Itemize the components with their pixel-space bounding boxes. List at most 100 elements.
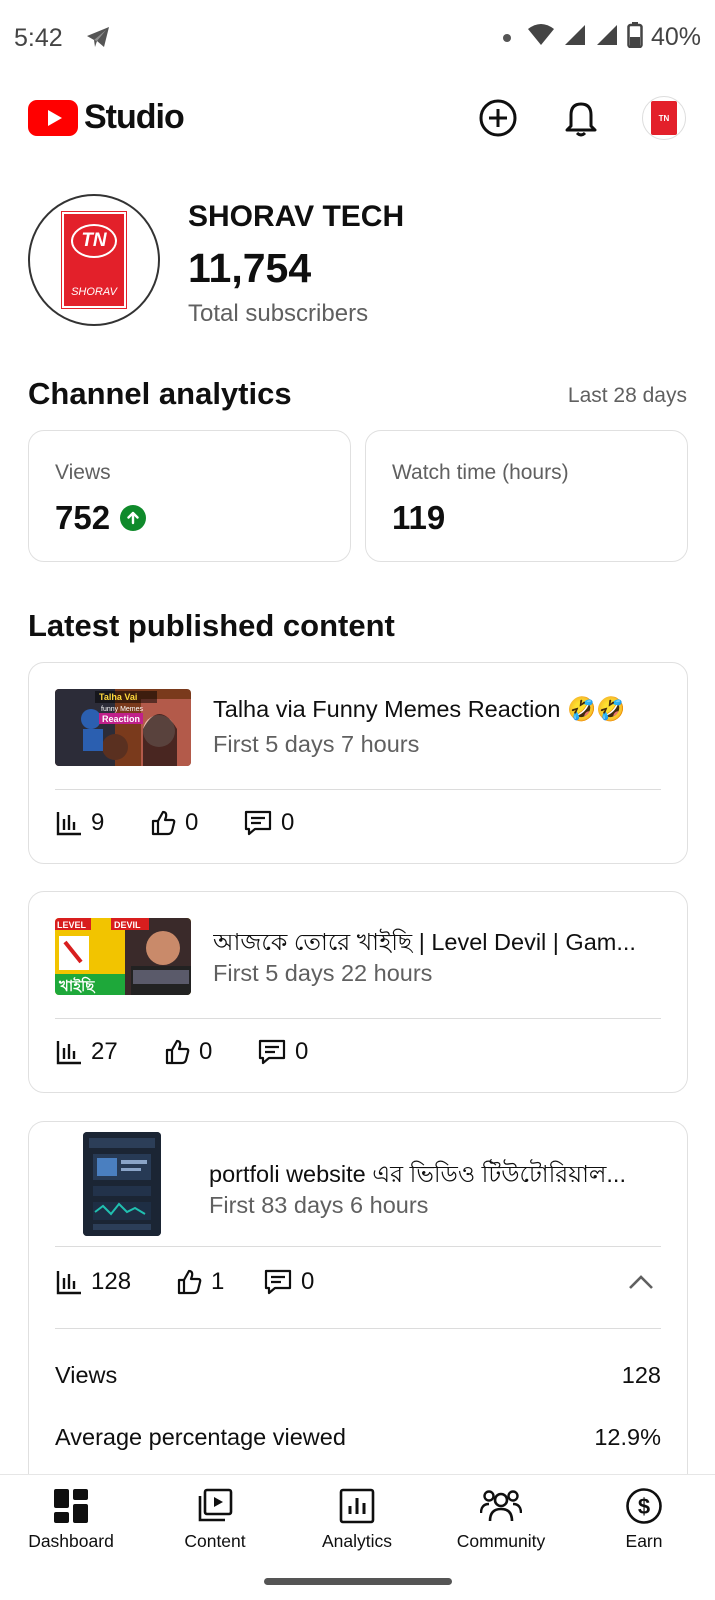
video-title[interactable]: Talha via Funny Memes Reaction 🤣🤣 bbox=[213, 695, 665, 723]
video-thumbnail[interactable]: LEVEL DEVIL খাইছি bbox=[55, 918, 191, 995]
channel-logo-caption: SHORAV bbox=[71, 286, 117, 298]
youtube-studio-logo[interactable]: Studio bbox=[28, 98, 185, 137]
nav-dashboard[interactable]: Dashboard bbox=[1, 1487, 141, 1552]
analytics-icon bbox=[339, 1488, 375, 1524]
comment-icon bbox=[264, 1269, 292, 1295]
watch-time-metric-card[interactable]: Watch time (hours) 119 bbox=[365, 430, 688, 562]
nav-label: Community bbox=[456, 1531, 546, 1551]
thumbs-up-icon bbox=[177, 1269, 202, 1295]
likes-stat: 0 bbox=[149, 809, 243, 837]
telegram-icon bbox=[86, 26, 110, 53]
likes-count: 0 bbox=[199, 1038, 213, 1065]
avatar-text: TN bbox=[658, 113, 670, 123]
divider bbox=[55, 1328, 661, 1329]
likes-stat: 0 bbox=[163, 1038, 257, 1066]
trend-up-icon bbox=[120, 505, 147, 531]
youtube-logo-icon bbox=[28, 99, 78, 136]
content-card[interactable]: Talha Vai funny Memes Reaction Talha via… bbox=[28, 662, 688, 864]
nav-label: Dashboard bbox=[28, 1531, 114, 1551]
comments-count: 0 bbox=[281, 809, 295, 836]
analytics-icon bbox=[56, 1271, 81, 1295]
battery-percent: 40% bbox=[650, 23, 701, 51]
video-title[interactable]: portfoli website এর ভিডিও টিউটোরিয়াল... bbox=[209, 1156, 661, 1195]
views-stat: 9 bbox=[55, 809, 149, 837]
community-icon bbox=[480, 1490, 522, 1522]
channel-analytics-title: Channel analytics bbox=[28, 376, 292, 411]
status-time: 5:42 bbox=[14, 24, 63, 52]
nav-analytics[interactable]: Analytics bbox=[287, 1487, 427, 1552]
channel-avatar[interactable]: TN SHORAV bbox=[28, 194, 160, 326]
video-performance-window: First 5 days 7 hours bbox=[213, 731, 420, 757]
account-avatar[interactable]: TN bbox=[642, 96, 686, 140]
battery-icon bbox=[627, 22, 643, 53]
comments-count: 0 bbox=[301, 1268, 315, 1295]
views-count: 9 bbox=[91, 809, 105, 836]
signal-icon bbox=[563, 23, 587, 52]
views-count: 27 bbox=[91, 1038, 118, 1065]
likes-count: 1 bbox=[211, 1268, 225, 1295]
content-card[interactable]: LEVEL DEVIL খাইছি আজকে তোরে খাইছি | Leve… bbox=[28, 891, 688, 1093]
views-metric-card[interactable]: Views 752 bbox=[28, 430, 351, 562]
channel-name: SHORAV TECH bbox=[188, 200, 405, 233]
metric-value: 119 bbox=[392, 499, 446, 536]
detail-value: 12.9% bbox=[594, 1424, 661, 1450]
avatar-logo: TN bbox=[651, 101, 677, 135]
divider bbox=[55, 789, 661, 790]
nav-label: Analytics bbox=[321, 1531, 393, 1551]
content-icon bbox=[198, 1488, 233, 1522]
thumbs-up-icon bbox=[151, 810, 176, 836]
svg-text:DEVIL: DEVIL bbox=[114, 920, 141, 930]
video-performance-window: First 83 days 6 hours bbox=[209, 1192, 429, 1218]
analytics-icon bbox=[56, 812, 81, 836]
video-title[interactable]: আজকে তোরে খাইছি | Level Devil | Gam... bbox=[213, 924, 665, 963]
bell-icon bbox=[565, 102, 597, 137]
nav-content[interactable]: Content bbox=[145, 1487, 285, 1552]
divider bbox=[55, 1246, 661, 1247]
comments-stat: 0 bbox=[257, 1038, 308, 1066]
comment-icon bbox=[244, 810, 272, 836]
latest-content-title: Latest published content bbox=[28, 608, 395, 643]
analytics-period: Last 28 days bbox=[567, 384, 687, 407]
svg-text:Reaction: Reaction bbox=[102, 714, 140, 724]
likes-count: 0 bbox=[185, 809, 199, 836]
comments-stat: 0 bbox=[243, 809, 294, 837]
svg-text:$: $ bbox=[638, 1494, 650, 1519]
video-thumbnail[interactable] bbox=[83, 1132, 161, 1236]
create-button[interactable] bbox=[474, 94, 522, 142]
channel-logo-initials: TN bbox=[71, 224, 117, 258]
detail-row: Views 128 bbox=[55, 1362, 661, 1389]
analytics-icon bbox=[56, 1041, 81, 1065]
comments-count: 0 bbox=[295, 1038, 309, 1065]
svg-text:funny Memes: funny Memes bbox=[101, 706, 144, 713]
metric-value: 752 bbox=[55, 499, 111, 536]
likes-stat: 1 bbox=[175, 1268, 263, 1296]
thumbs-up-icon bbox=[165, 1039, 190, 1065]
nav-community[interactable]: Community bbox=[431, 1487, 571, 1552]
detail-row: Average percentage viewed 12.9% bbox=[55, 1424, 661, 1451]
notifications-button[interactable] bbox=[557, 94, 605, 142]
collapse-button[interactable] bbox=[627, 1272, 655, 1297]
content-card-expanded[interactable]: portfoli website এর ভিডিও টিউটোরিয়াল...… bbox=[28, 1121, 688, 1481]
create-icon bbox=[479, 99, 517, 137]
detail-label: Views bbox=[55, 1362, 118, 1388]
video-stats: 27 0 0 bbox=[55, 1038, 308, 1066]
divider bbox=[55, 1018, 661, 1019]
nav-earn[interactable]: $ Earn bbox=[574, 1487, 714, 1552]
gesture-home-indicator[interactable] bbox=[264, 1578, 452, 1585]
views-stat: 128 bbox=[55, 1268, 175, 1296]
nav-label: Content bbox=[184, 1531, 246, 1551]
subscriber-label: Total subscribers bbox=[188, 300, 369, 327]
detail-label: Average percentage viewed bbox=[55, 1424, 346, 1450]
signal-icon bbox=[595, 23, 619, 52]
dot-icon bbox=[502, 33, 511, 42]
earn-icon: $ bbox=[626, 1488, 662, 1524]
dashboard-icon bbox=[54, 1489, 88, 1523]
metric-label: Watch time (hours) bbox=[392, 461, 569, 484]
svg-text:খাইছি: খাইছি bbox=[58, 976, 96, 995]
svg-text:LEVEL: LEVEL bbox=[57, 920, 87, 930]
svg-text:Talha Vai: Talha Vai bbox=[99, 692, 137, 702]
subscriber-count: 11,754 bbox=[188, 245, 312, 291]
logo-text: Studio bbox=[84, 98, 185, 136]
video-thumbnail[interactable]: Talha Vai funny Memes Reaction bbox=[55, 689, 191, 766]
channel-logo: TN SHORAV bbox=[61, 211, 127, 309]
